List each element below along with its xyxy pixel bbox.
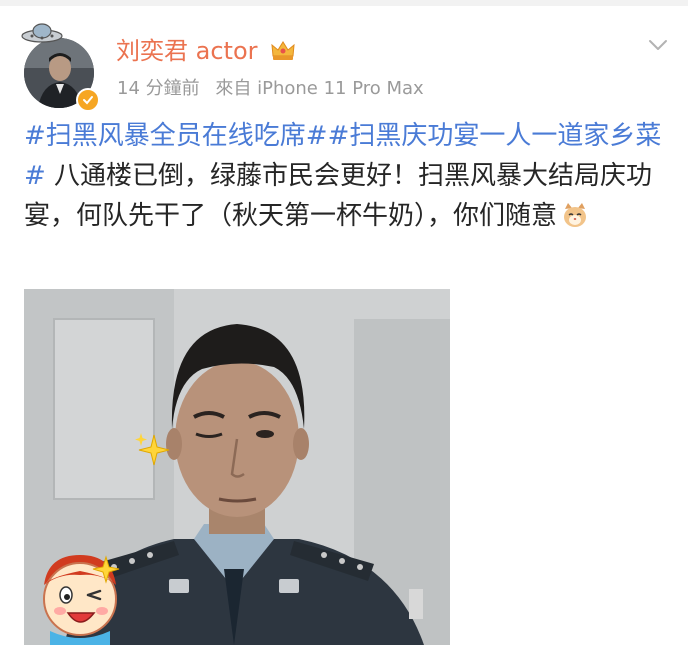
cat-emoji-icon	[564, 203, 587, 227]
weibo-post-card: 刘奕君 actor 14 分鐘前 來自 iPhone 11 Pro Max #扫…	[0, 0, 688, 645]
crown-icon[interactable]	[270, 38, 296, 62]
verified-badge-icon	[76, 88, 100, 112]
post-body: 八通楼已倒，绿藤市民会更好！扫黑风暴大结局庆功宴，何队先干了（秋天第一杯牛奶），…	[24, 161, 653, 231]
avatar-pendant-icon	[21, 23, 63, 43]
post-time: 14 分鐘前	[117, 78, 200, 99]
username[interactable]: 刘奕君 actor	[116, 34, 258, 68]
avatar-container[interactable]	[21, 23, 100, 112]
post-source[interactable]: 來自 iPhone 11 Pro Max	[215, 78, 423, 99]
sparkle-sticker-icon	[135, 433, 170, 466]
post-image[interactable]	[24, 289, 450, 645]
hashtag-link[interactable]: #扫黑风暴全员在线吃席#	[24, 121, 328, 151]
post-text: #扫黑风暴全员在线吃席##扫黑庆功宴一人一道家乡菜# 八通楼已倒，绿藤市民会更好…	[24, 116, 664, 236]
post-meta: 14 分鐘前 來自 iPhone 11 Pro Max	[117, 78, 434, 100]
chevron-down-icon[interactable]	[648, 38, 668, 52]
wink-face-sticker-icon	[43, 555, 120, 645]
divider	[0, 0, 688, 6]
